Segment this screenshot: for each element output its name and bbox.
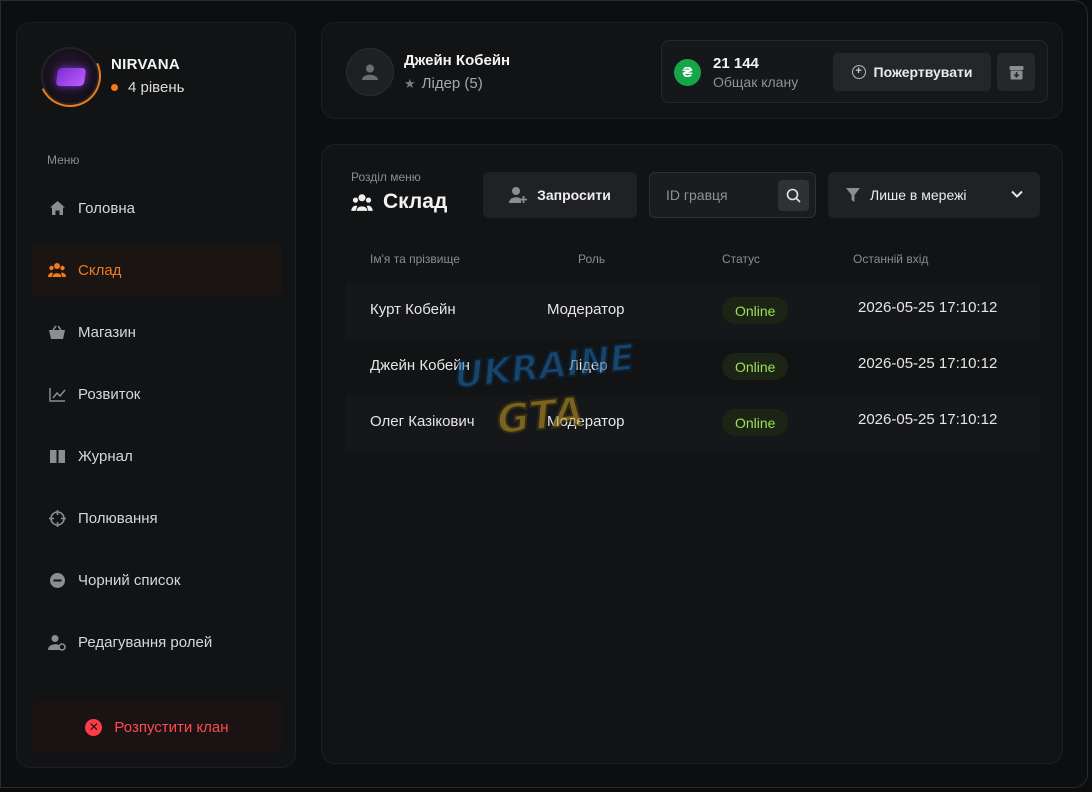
page-title-text: Склад: [383, 190, 448, 213]
user-role: ★ Лідер (5): [404, 75, 483, 92]
crosshair-icon: [48, 509, 66, 527]
sidebar-item-label: Редагування ролей: [78, 633, 213, 651]
block-icon: [48, 571, 66, 589]
sidebar-item-development[interactable]: Розвиток: [32, 368, 282, 420]
column-header-status: Статус: [722, 252, 760, 266]
add-user-icon: [509, 186, 528, 204]
column-header-last-login: Останній вхід: [853, 252, 929, 266]
sidebar-item-shop[interactable]: Магазин: [32, 306, 282, 358]
sidebar-item-journal[interactable]: Журнал: [32, 430, 282, 482]
status-badge: Online: [722, 409, 789, 436]
chevron-down-icon: [1010, 187, 1024, 201]
member-role: Модератор: [547, 301, 625, 318]
sidebar-item-label: Чорний список: [78, 571, 181, 589]
donate-label: Пожертвувати: [873, 64, 973, 80]
funnel-icon: [846, 187, 860, 203]
treasury-amount: 21 144: [713, 55, 759, 72]
level-dot-icon: [111, 84, 118, 91]
user-name: Джейн Кобейн: [404, 52, 511, 69]
sidebar-item-hunting[interactable]: Полювання: [32, 492, 282, 544]
sidebar-item-blacklist[interactable]: Чорний список: [32, 554, 282, 606]
clan-header: NIRVANA 4 рівень: [30, 36, 184, 116]
user-avatar: [346, 48, 394, 96]
table-row[interactable]: Джейн Кобейн Лідер Online 2026-05-25 17:…: [346, 339, 1040, 395]
search-button[interactable]: [778, 180, 809, 211]
user-role-text: Лідер (5): [421, 75, 483, 92]
member-name: Джейн Кобейн: [370, 357, 470, 374]
members-table: Курт Кобейн Модератор Online 2026-05-25 …: [346, 283, 1040, 451]
clan-avatar: [30, 36, 110, 116]
clan-logo-icon: [55, 68, 87, 86]
member-name: Курт Кобейн: [370, 301, 456, 318]
invite-label: Запросити: [537, 187, 611, 203]
sidebar-item-label: Полювання: [78, 509, 158, 527]
plus-circle-icon: +: [851, 65, 866, 79]
people-icon: [351, 193, 373, 212]
member-role: Модератор: [547, 413, 625, 430]
sidebar: NIRVANA 4 рівень Меню Головна Склад Мага…: [16, 22, 296, 768]
sidebar-item-label: Магазин: [78, 323, 136, 341]
sidebar-item-label: Розвиток: [78, 385, 141, 403]
player-id-input[interactable]: [651, 174, 773, 216]
column-header-role: Роль: [578, 252, 606, 266]
clan-level-text: 4 рівень: [128, 79, 185, 96]
clan-name: NIRVANA: [111, 56, 181, 73]
sidebar-item-home[interactable]: Головна: [32, 182, 282, 234]
sidebar-item-label: Журнал: [78, 447, 133, 465]
clan-level: 4 рівень: [111, 79, 184, 96]
filter-label: Лише в мережі: [870, 187, 967, 203]
member-name: Олег Казікович: [370, 413, 475, 430]
member-last-login: 2026-05-25 17:10:12: [858, 355, 998, 372]
user-header-card: Джейн Кобейн ★ Лідер (5) ₴ 21 144 Общак …: [321, 22, 1063, 119]
donate-button[interactable]: + Пожертвувати: [833, 53, 991, 91]
member-role: Лідер: [569, 357, 608, 374]
page-title: Склад: [351, 190, 447, 214]
roster-panel: Розділ меню Склад Запросити Лише в мереж…: [321, 144, 1063, 764]
hryvnia-coin-icon: ₴: [674, 59, 701, 86]
sidebar-item-label: Головна: [78, 199, 135, 217]
sidebar-item-label: Склад: [78, 261, 122, 279]
member-last-login: 2026-05-25 17:10:12: [858, 299, 998, 316]
column-header-name: Ім'я та прізвище: [370, 252, 460, 266]
member-last-login: 2026-05-25 17:10:12: [858, 411, 998, 428]
archive-button[interactable]: [997, 53, 1035, 91]
table-row[interactable]: Олег Казікович Модератор Online 2026-05-…: [346, 395, 1040, 451]
basket-icon: [48, 323, 66, 341]
disband-clan-button[interactable]: ✕ Розпустити клан: [32, 701, 282, 753]
status-badge: Online: [722, 297, 789, 324]
invite-button[interactable]: Запросити: [483, 172, 637, 218]
book-icon: [48, 447, 66, 465]
disband-label: Розпустити клан: [114, 718, 229, 736]
app-window: NIRVANA 4 рівень Меню Головна Склад Мага…: [0, 0, 1088, 788]
section-caption: Розділ меню: [351, 170, 421, 184]
table-row[interactable]: Курт Кобейн Модератор Online 2026-05-25 …: [346, 283, 1040, 339]
online-filter-dropdown[interactable]: Лише в мережі: [828, 172, 1040, 218]
close-circle-icon: ✕: [85, 718, 103, 736]
sidebar-item-roster[interactable]: Склад: [32, 244, 282, 296]
player-search: [649, 172, 816, 218]
menu-caption: Меню: [47, 153, 80, 167]
user-icon: [362, 64, 378, 80]
star-icon: ★: [404, 75, 416, 91]
status-badge: Online: [722, 353, 789, 380]
search-icon: [786, 188, 801, 203]
clan-treasury: ₴ 21 144 Общак клану + Пожертвувати: [661, 40, 1048, 103]
sidebar-item-edit-roles[interactable]: Редагування ролей: [32, 616, 282, 668]
treasury-label: Общак клану: [713, 74, 799, 90]
people-icon: [48, 261, 66, 279]
chart-icon: [48, 385, 66, 403]
archive-icon: [1009, 65, 1023, 79]
home-icon: [48, 199, 66, 217]
user-gear-icon: [48, 633, 66, 651]
sidebar-menu: Головна Склад Магазин Розвиток Журнал По…: [32, 182, 282, 678]
